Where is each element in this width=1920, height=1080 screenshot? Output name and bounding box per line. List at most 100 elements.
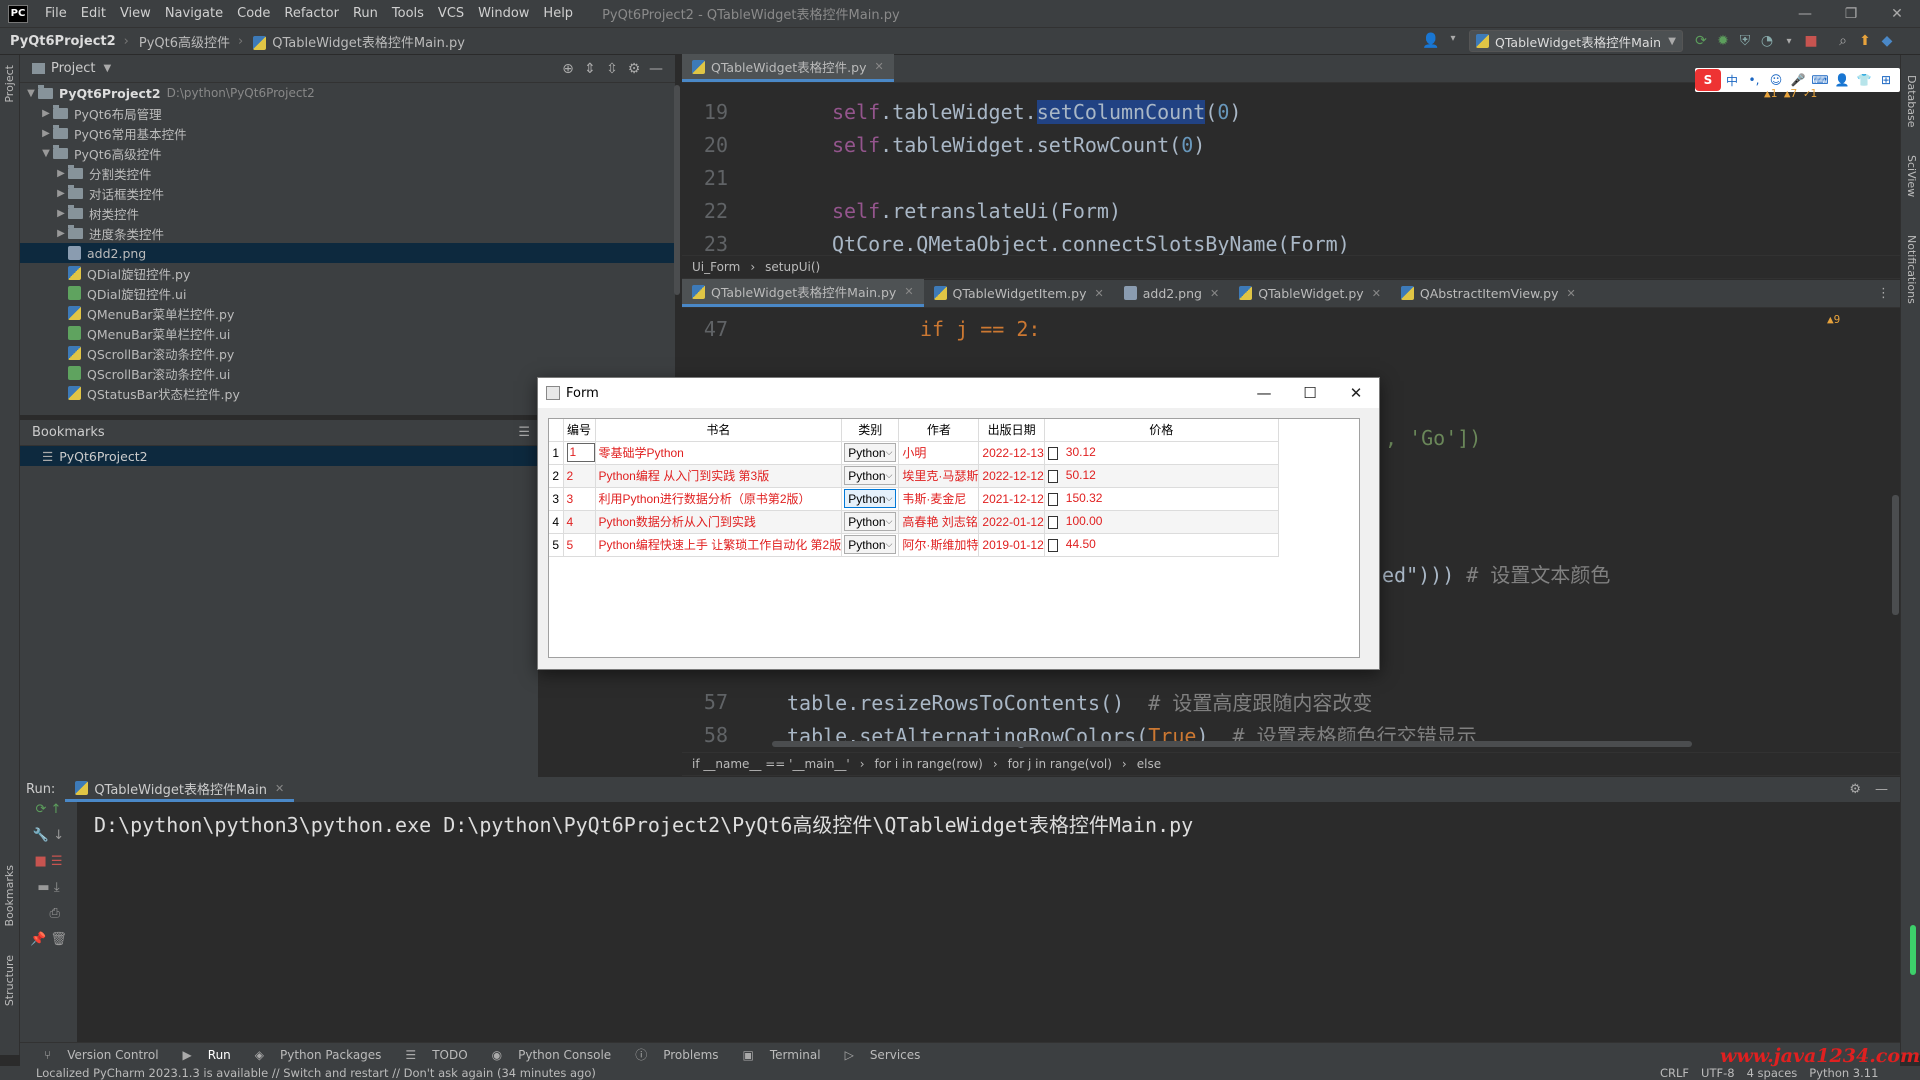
collapse-all-icon[interactable]: ⇳	[601, 61, 623, 77]
file-encoding[interactable]: UTF-8	[1701, 1066, 1735, 1080]
menu-file[interactable]: File	[38, 6, 74, 21]
list-icon[interactable]: ☰	[518, 425, 530, 440]
expand-all-icon[interactable]: ⇕	[579, 61, 601, 77]
tree-item[interactable]: ▶ 分割类控件	[20, 163, 675, 183]
gear-icon[interactable]: ⚙	[623, 61, 645, 77]
jetbrains-icon[interactable]: ◆	[1876, 33, 1898, 49]
tree-item[interactable]: ▶ 对话框类控件	[20, 183, 675, 203]
menu-help[interactable]: Help	[536, 6, 580, 21]
pin-icon[interactable]: 📌 🗑	[20, 932, 77, 958]
ime-icon[interactable]: •,	[1743, 73, 1765, 87]
breadcrumb-file[interactable]: QTableWidget表格控件Main.py	[243, 32, 465, 51]
breadcrumb-item[interactable]: if __name__ == '__main__'	[692, 757, 860, 771]
line-separator[interactable]: CRLF	[1660, 1066, 1689, 1080]
tool-tab-version-control[interactable]: ⑂ Version Control	[32, 1048, 159, 1062]
cell-price[interactable]: 100.00	[1044, 510, 1279, 534]
cell-editor[interactable]: 1	[566, 443, 594, 462]
menu-vcs[interactable]: VCS	[431, 6, 471, 21]
cell-id[interactable]: 5	[563, 533, 596, 557]
run-tab[interactable]: QTableWidget表格控件Main ✕	[65, 777, 295, 802]
row-header[interactable]: 2	[549, 464, 564, 488]
cell-author[interactable]: 小明	[898, 441, 980, 465]
table-row[interactable]: 4 4 Python数据分析从入门到实践 Python ⌵ 高春艳 刘志铭 2022-01-…	[549, 510, 1279, 534]
ime-icon[interactable]: S	[1695, 69, 1721, 91]
profile-icon[interactable]: ◔	[1756, 33, 1778, 49]
menu-window[interactable]: Window	[471, 6, 536, 21]
category-combobox[interactable]: Python ⌵	[844, 443, 897, 462]
chevron-down-icon[interactable]: ▾	[1778, 36, 1800, 47]
close-icon[interactable]: ✕	[1095, 287, 1104, 300]
close-icon[interactable]: ✕	[275, 782, 284, 795]
minimize-window-button[interactable]: —	[1782, 6, 1828, 22]
ime-icon[interactable]: ⊞	[1875, 73, 1897, 87]
database-tool-button[interactable]: Database	[1905, 75, 1918, 128]
tree-item[interactable]: ▼ PyQt6高级控件	[20, 143, 675, 163]
wrench-icon[interactable]: 🔧 ↓	[20, 828, 77, 854]
tab-editor-file[interactable]: QTableWidgetItem.py ✕	[924, 279, 1114, 307]
tool-tab-terminal[interactable]: ▣ Terminal	[731, 1048, 821, 1062]
stop-icon[interactable]: ■ ☰	[20, 854, 77, 880]
horizontal-scrollbar[interactable]	[772, 741, 1692, 747]
code-line-47[interactable]: 47 if j == 2:	[682, 317, 1041, 341]
rerun-icon[interactable]: ⟳ ↑	[20, 802, 77, 828]
cell-book-name[interactable]: Python数据分析从入门到实践	[595, 510, 843, 534]
ime-icon[interactable]: ☺	[1765, 73, 1787, 87]
cell-price[interactable]: 150.32	[1044, 487, 1279, 511]
tab-editor-file[interactable]: add2.png ✕	[1114, 279, 1229, 307]
column-header[interactable]: 书名	[595, 419, 843, 442]
row-header[interactable]: 4	[549, 510, 564, 534]
run-configuration-select[interactable]: QTableWidget表格控件Main ▼	[1469, 30, 1683, 52]
rerun-icon[interactable]: ⟳	[1690, 33, 1712, 49]
more-icon[interactable]: ⋮	[1877, 286, 1890, 301]
run-console-output[interactable]: D:\python\python3\python.exe D:\python\P…	[94, 809, 1193, 838]
structure-tool-button[interactable]: Structure	[3, 955, 16, 1006]
row-header[interactable]: 1	[549, 441, 564, 465]
cell-author[interactable]: 韦斯·麦金尼	[898, 487, 980, 511]
print-icon[interactable]: ⎙	[20, 906, 77, 932]
breadcrumb-item[interactable]: else	[1137, 757, 1171, 771]
python-interpreter[interactable]: Python 3.11	[1809, 1066, 1878, 1080]
cell-author[interactable]: 阿尔·斯维加特	[898, 533, 980, 557]
update-icon[interactable]: ⬆	[1854, 33, 1876, 49]
column-header[interactable]: 作者	[898, 419, 980, 442]
ime-icon[interactable]: 🎤	[1787, 73, 1809, 87]
tab-editor-file[interactable]: QTableWidget.py ✕	[1229, 279, 1391, 307]
form-maximize-button[interactable]: ☐	[1287, 384, 1333, 402]
tree-item[interactable]: ▶ PyQt6布局管理	[20, 103, 675, 123]
bookmark-item[interactable]: ☰ PyQt6Project2	[20, 446, 538, 466]
layout-icon[interactable]: ▬ ⤓	[20, 880, 77, 906]
table-row[interactable]: 1 1 零基础学Python Python ⌵ 小明 2022-12-13 30.12	[549, 441, 1279, 465]
category-combobox[interactable]: Python ⌵	[844, 489, 897, 508]
close-icon[interactable]: ✕	[1372, 287, 1381, 300]
ime-icon[interactable]: ⌨	[1809, 73, 1831, 87]
tree-item[interactable]: QDial旋钮控件.py	[20, 263, 675, 283]
restore-window-button[interactable]: ❐	[1828, 6, 1874, 22]
column-header[interactable]: 出版日期	[978, 419, 1045, 442]
code-line[interactable]: 19 self.tableWidget.setColumnCount(0)	[682, 95, 1900, 128]
category-combobox[interactable]: Python ⌵	[844, 535, 897, 554]
breadcrumb-folder[interactable]: PyQt6高级控件	[129, 32, 230, 51]
tree-root[interactable]: ▼ PyQt6Project2 D:\python\PyQt6Project2	[20, 83, 675, 103]
cell-id[interactable]: 3	[563, 487, 596, 511]
tool-tab-python-console[interactable]: ◉ Python Console	[480, 1048, 612, 1062]
search-icon[interactable]: ⌕	[1832, 33, 1854, 49]
corner-header[interactable]	[549, 419, 564, 442]
tool-tab-python-packages[interactable]: ◈ Python Packages	[243, 1048, 382, 1062]
vcs-user-icon[interactable]: 👤 ▾	[1420, 33, 1464, 49]
cell-book-name[interactable]: Python编程快速上手 让繁琐工作自动化 第2版	[595, 533, 843, 557]
tree-item[interactable]: ▶ PyQt6常用基本控件	[20, 123, 675, 143]
table-row[interactable]: 5 5 Python编程快速上手 让繁琐工作自动化 第2版 Python ⌵ 阿尔·斯维加…	[549, 533, 1279, 557]
cell-price[interactable]: 30.12	[1044, 441, 1279, 465]
close-icon[interactable]: ✕	[904, 285, 913, 298]
project-scrollbar[interactable]	[674, 85, 680, 295]
cell-date[interactable]: 2019-01-12	[978, 533, 1045, 557]
scrollbar-indicator[interactable]	[1910, 925, 1916, 975]
table-row[interactable]: 3 3 利用Python进行数据分析（原书第2版） Python ⌵ 韦斯·麦金尼 2021…	[549, 487, 1279, 511]
category-combobox[interactable]: Python ⌵	[844, 466, 897, 485]
code-line[interactable]: 57 table.resizeRowsToContents() # 设置高度跟随内…	[682, 685, 1900, 718]
breadcrumb-project[interactable]: PyQt6Project2	[0, 34, 116, 49]
cell-book-name[interactable]: Python编程 从入门到实践 第3版	[595, 464, 843, 488]
coverage-icon[interactable]: ⛨	[1734, 33, 1756, 49]
menu-code[interactable]: Code	[230, 6, 277, 21]
code-line[interactable]: 21	[682, 161, 1900, 194]
